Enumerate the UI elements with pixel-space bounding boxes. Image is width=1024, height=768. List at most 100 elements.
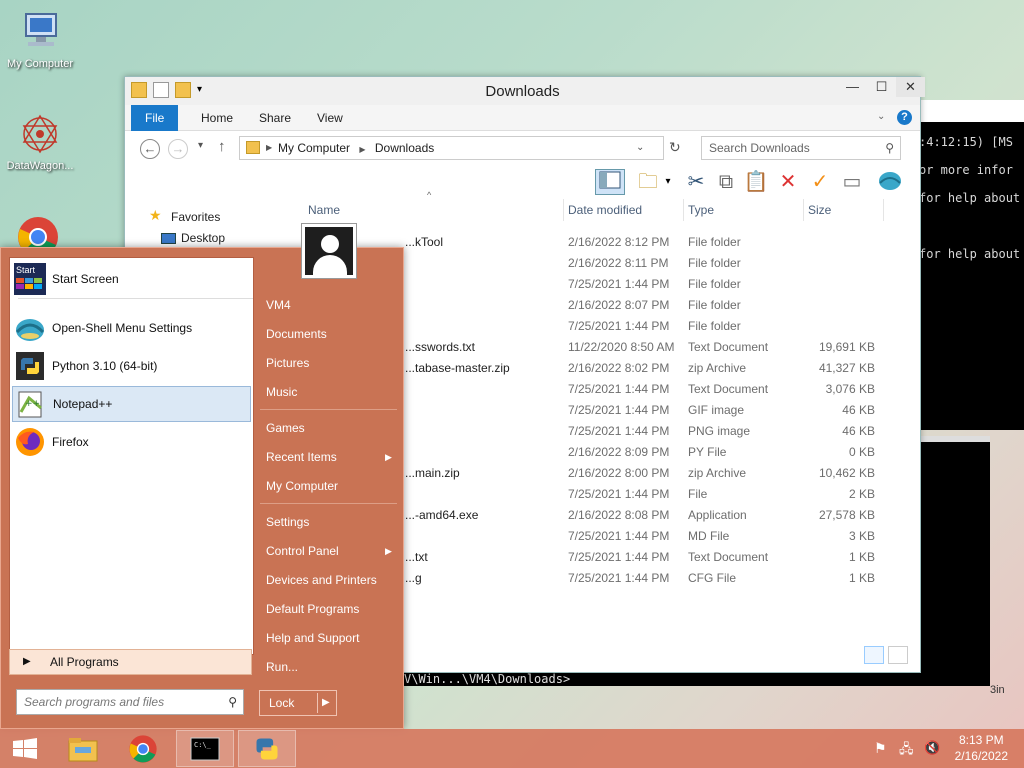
search-programs-input[interactable]: Search programs and files ⚲	[16, 689, 244, 715]
dropdown-arrow-icon[interactable]: ▾	[661, 169, 675, 195]
chevron-right-icon[interactable]: ▶	[322, 691, 330, 715]
file-type: GIF image	[688, 403, 745, 417]
lock-button[interactable]: Lock ▶	[259, 690, 337, 716]
link-vm4[interactable]: VM4	[266, 298, 291, 312]
open-shell-icon[interactable]	[877, 169, 903, 195]
action-center-flag-icon[interactable]: ⚑	[874, 740, 892, 756]
back-button[interactable]: ←	[140, 139, 160, 159]
help-icon[interactable]: ?	[897, 110, 912, 125]
cut-icon[interactable]: ✂	[683, 169, 709, 195]
program-notepad-plus-plus[interactable]: ++ Notepad++	[12, 386, 251, 422]
desktop-icon-label: DataWagon...	[6, 160, 74, 172]
file-type: File	[688, 487, 708, 501]
taskbar-console[interactable]: C:\_	[176, 730, 234, 767]
paste-icon[interactable]: 📋	[743, 169, 769, 195]
column-date[interactable]: Date modified	[568, 199, 642, 221]
link-control-panel[interactable]: Control Panel	[266, 544, 339, 558]
maximize-button[interactable]: ☐	[867, 77, 896, 97]
properties-icon[interactable]: ▭	[839, 169, 865, 195]
link-run[interactable]: Run...	[266, 660, 298, 674]
delete-icon[interactable]: ✕	[775, 169, 801, 195]
file-name: ...g	[405, 571, 422, 585]
address-bar[interactable]: ▶ My Computer ▶ Downloads ⌄	[239, 136, 664, 160]
copy-icon[interactable]: ⧉	[713, 169, 739, 195]
program-python[interactable]: Python 3.10 (64-bit)	[12, 348, 251, 384]
tab-home[interactable]: Home	[187, 105, 247, 131]
computer-icon	[18, 10, 62, 54]
window-title: Downloads	[485, 83, 560, 100]
program-open-shell-settings[interactable]: Open-Shell Menu Settings	[12, 310, 251, 346]
column-size[interactable]: Size	[808, 199, 831, 221]
search-input[interactable]: Search Downloads ⚲	[701, 136, 901, 160]
network-icon[interactable]: 🖧	[899, 740, 917, 756]
user-avatar[interactable]	[301, 223, 357, 279]
refresh-icon[interactable]: ↻	[669, 139, 681, 156]
folder-options-icon[interactable]: 🗀	[635, 169, 661, 195]
system-clock[interactable]: 8:13 PM 2/16/2022	[955, 732, 1008, 764]
file-type: PY File	[688, 445, 727, 459]
tab-view[interactable]: View	[303, 105, 357, 131]
file-size: 46 KB	[842, 424, 875, 438]
file-name: ...-amd64.exe	[405, 508, 479, 522]
chevron-down-icon[interactable]: ⌄	[636, 137, 644, 159]
close-button[interactable]: ✕	[896, 77, 925, 97]
console-window[interactable]: :4:12:15) [MS or more infor for help abo…	[915, 100, 1024, 430]
details-view-icon[interactable]	[864, 646, 884, 664]
file-type: zip Archive	[688, 466, 747, 480]
desktop-icon-datawagon[interactable]: DataWagon...	[0, 112, 80, 172]
column-name[interactable]: Name	[308, 199, 340, 221]
file-date: 2/16/2022 8:08 PM	[568, 508, 670, 522]
breadcrumb-my-computer[interactable]: My Computer	[278, 141, 350, 155]
forward-button[interactable]: →	[168, 139, 188, 159]
program-firefox[interactable]: Firefox	[12, 424, 251, 460]
link-documents[interactable]: Documents	[266, 327, 327, 341]
checkmark-icon[interactable]: ✓	[807, 169, 833, 195]
notepad-plus-plus-icon: ++	[15, 388, 47, 420]
file-date: 11/22/2020 8:50 AM	[568, 340, 675, 354]
program-label: Open-Shell Menu Settings	[52, 321, 193, 335]
minimize-button[interactable]: —	[838, 77, 867, 97]
up-button[interactable]: ↑	[218, 138, 226, 155]
taskbar-chrome[interactable]	[114, 730, 172, 767]
nav-desktop[interactable]: Desktop	[181, 231, 225, 245]
link-music[interactable]: Music	[266, 385, 297, 399]
taskbar-python[interactable]	[238, 730, 296, 767]
file-date: 7/25/2021 1:44 PM	[568, 403, 670, 417]
file-type: CFG File	[688, 571, 736, 585]
chrome-desktop-icon[interactable]	[16, 215, 60, 251]
link-my-computer[interactable]: My Computer	[266, 479, 338, 493]
link-settings[interactable]: Settings	[266, 515, 309, 529]
link-devices-and-printers[interactable]: Devices and Printers	[266, 573, 377, 587]
column-separator	[883, 199, 884, 221]
preview-pane-icon[interactable]	[595, 169, 625, 195]
expand-ribbon-icon[interactable]: ⌄	[877, 111, 885, 122]
file-type: File folder	[688, 298, 741, 312]
tab-file[interactable]: File	[131, 105, 179, 131]
start-button[interactable]	[0, 730, 50, 767]
program-start-screen[interactable]: Start Start Screen	[12, 261, 251, 297]
column-type[interactable]: Type	[688, 199, 714, 221]
recent-locations-icon[interactable]: ▾	[198, 140, 203, 151]
nav-favorites[interactable]: Favorites	[171, 210, 220, 224]
link-default-programs[interactable]: Default Programs	[266, 602, 359, 616]
file-date: 7/25/2021 1:44 PM	[568, 529, 670, 543]
link-recent-items[interactable]: Recent Items	[266, 450, 337, 464]
taskbar-file-explorer[interactable]	[54, 730, 112, 767]
program-label: Notepad++	[53, 397, 113, 411]
file-date: 7/25/2021 1:44 PM	[568, 382, 670, 396]
file-name: ...txt	[405, 550, 428, 564]
volume-muted-icon[interactable]: 🔇	[924, 740, 942, 756]
link-pictures[interactable]: Pictures	[266, 356, 309, 370]
view-buttons	[864, 646, 908, 664]
start-screen-icon: Start	[14, 263, 46, 295]
chrome-icon	[129, 734, 157, 763]
console-window-secondary[interactable]	[915, 436, 990, 686]
tab-share[interactable]: Share	[245, 105, 305, 131]
desktop-icon-my-computer[interactable]: My Computer	[0, 10, 80, 70]
link-help-and-support[interactable]: Help and Support	[266, 631, 359, 645]
link-games[interactable]: Games	[266, 421, 305, 435]
title-bar[interactable]: ▾ Downloads — ☐ ✕	[125, 77, 925, 105]
all-programs-button[interactable]: ▶ All Programs	[9, 649, 252, 675]
large-icons-view-icon[interactable]	[888, 646, 908, 664]
breadcrumb-downloads[interactable]: Downloads	[375, 141, 434, 155]
